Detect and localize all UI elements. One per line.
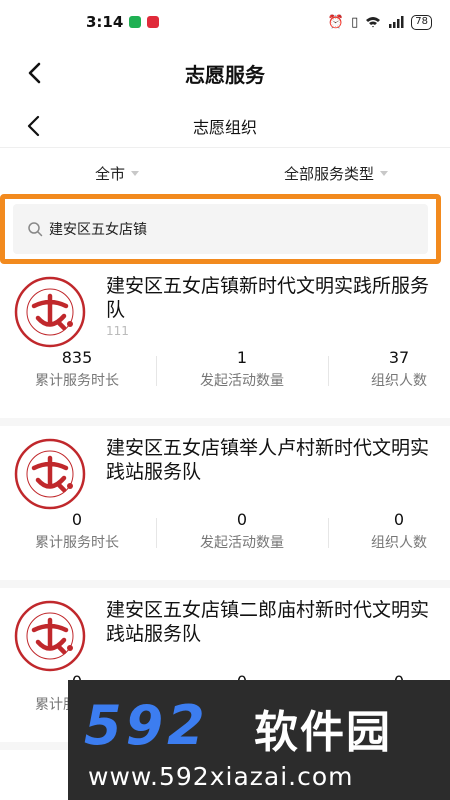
organization-name: 建安区五女店镇举人卢村新时代文明实践站服务队 (106, 437, 430, 483)
stat-value: 0 (71, 510, 83, 529)
stat-1: 0 发起活动数量 (188, 510, 296, 552)
search-input[interactable] (49, 221, 389, 237)
stat-divider (328, 356, 329, 386)
sub-page-title: 志愿组织 (192, 117, 257, 137)
region-filter[interactable]: 全市 (95, 163, 140, 184)
signal-icon (389, 16, 404, 28)
volunteer-logo-icon (14, 438, 86, 510)
watermark-number: 592 (84, 694, 209, 757)
stat-value: 835 (61, 348, 93, 367)
stat-label: 组织人数 (371, 373, 427, 389)
organization-subtitle: 111 (106, 324, 129, 338)
region-filter-label: 全市 (95, 165, 126, 183)
back-icon[interactable] (22, 60, 48, 86)
service-type-filter-label: 全部服务类型 (284, 165, 375, 183)
volunteer-logo-icon (14, 276, 86, 348)
vibrate-icon: ▯ (351, 14, 359, 30)
app-notification-icon (147, 16, 160, 28)
volunteer-logo-icon (14, 600, 86, 672)
caret-down-icon (131, 171, 140, 176)
sub-nav-bar: 志愿组织 (0, 104, 450, 148)
search-highlight-frame (0, 194, 441, 264)
status-time: 3:14 (86, 13, 124, 31)
watermark-url: www.592xiazai.com (88, 762, 354, 791)
stat-divider (328, 518, 329, 548)
top-nav-bar: 志愿服务 (0, 50, 450, 96)
filter-bar: 全市 全部服务类型 (0, 150, 450, 194)
stat-value: 0 (393, 510, 405, 529)
stat-label: 累计服务时长 (35, 373, 119, 389)
stat-label: 组织人数 (371, 535, 427, 551)
status-bar: 3:14 ⏰ ▯ 78 (0, 0, 450, 44)
stat-divider (156, 518, 157, 548)
watermark-brand: 软件园 (254, 707, 392, 758)
battery-indicator: 78 (411, 14, 432, 30)
search-box[interactable] (13, 204, 428, 254)
stat-0: 0 累计服务时长 (18, 510, 136, 552)
organization-stats: 835 累计服务时长 1 发起活动数量 37 组织人数 (0, 348, 450, 398)
organization-name: 建安区五女店镇新时代文明实践所服务队 (106, 275, 430, 321)
stat-label: 累计服务时长 (35, 535, 119, 551)
stat-value: 0 (236, 510, 248, 529)
organization-name: 建安区五女店镇二郎庙村新时代文明实践站服务队 (106, 599, 430, 645)
organization-card[interactable]: 建安区五女店镇新时代文明实践所服务队 111 835 累计服务时长 1 发起活动数量 3… (0, 266, 450, 426)
page-title: 志愿服务 (185, 62, 265, 87)
stat-label: 发起活动数量 (200, 535, 284, 551)
wifi-icon (366, 17, 381, 28)
alarm-icon: ⏰ (327, 14, 345, 30)
stat-label: 发起活动数量 (200, 373, 284, 389)
service-type-filter[interactable]: 全部服务类型 (284, 163, 389, 184)
stat-divider (156, 356, 157, 386)
search-icon (28, 222, 43, 237)
stat-1: 1 发起活动数量 (188, 348, 296, 390)
caret-down-icon (380, 171, 389, 176)
sub-back-icon[interactable] (22, 113, 46, 139)
organization-card[interactable]: 建安区五女店镇举人卢村新时代文明实践站服务队 0 累计服务时长 0 发起活动数量 0 组织… (0, 428, 450, 588)
watermark-banner: 592 软件园 www.592xiazai.com (68, 680, 450, 800)
stat-2: 37 组织人数 (362, 348, 436, 390)
stat-value: 37 (388, 348, 410, 367)
organization-stats: 0 累计服务时长 0 发起活动数量 0 组织人数 (0, 510, 450, 560)
stat-value: 1 (236, 348, 248, 367)
wechat-icon (129, 16, 142, 28)
stat-2: 0 组织人数 (362, 510, 436, 552)
stat-0: 835 累计服务时长 (18, 348, 136, 390)
